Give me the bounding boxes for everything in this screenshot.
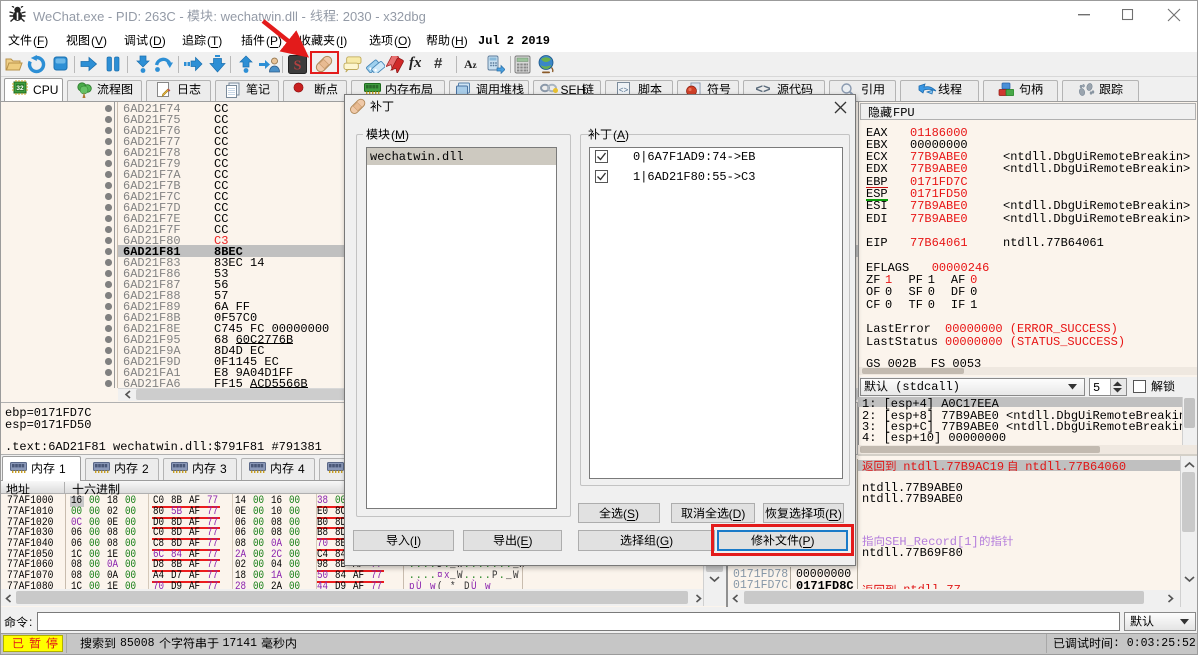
- svg-text:32: 32: [16, 85, 24, 92]
- svg-text:S: S: [294, 59, 302, 74]
